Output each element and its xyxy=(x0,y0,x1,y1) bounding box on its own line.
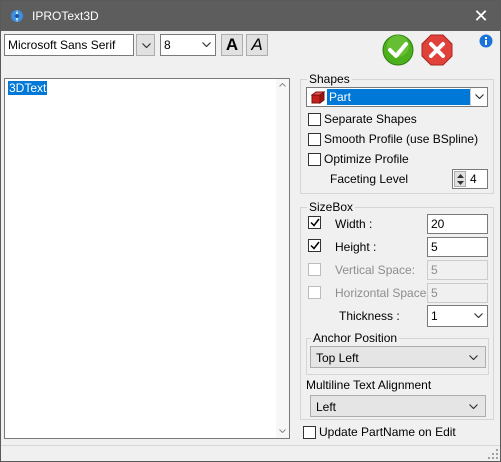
spin-up-icon[interactable] xyxy=(457,174,464,178)
checkmark-icon xyxy=(310,241,320,250)
optimize-profile-label: Optimize Profile xyxy=(324,152,409,166)
font-size-value: 8 xyxy=(164,38,171,52)
iprotext3d-window: IPROText3D ✕ Microsoft Sans Serif 8 A A xyxy=(0,0,501,462)
thickness-value: 1 xyxy=(431,309,438,323)
scroll-down-icon[interactable] xyxy=(279,429,286,433)
update-partname-checkbox[interactable] xyxy=(303,426,316,439)
multiline-alignment-label: Multiline Text Alignment xyxy=(306,378,432,392)
info-icon xyxy=(479,34,493,48)
update-partname-label: Update PartName on Edit xyxy=(319,425,456,439)
selected-text: 3DText xyxy=(8,81,48,95)
status-divider xyxy=(1,445,500,446)
spin-down-icon[interactable] xyxy=(457,181,464,185)
faceting-level-spinner[interactable]: 4 xyxy=(452,169,488,189)
vertical-space-checkbox[interactable] xyxy=(308,263,321,276)
info-button[interactable] xyxy=(479,34,493,48)
chevron-down-icon xyxy=(469,404,478,409)
separate-shapes-label: Separate Shapes xyxy=(324,112,417,126)
chevron-down-icon xyxy=(475,94,484,99)
close-window-button[interactable]: ✕ xyxy=(466,5,496,27)
thickness-combo[interactable]: 1 xyxy=(427,305,488,327)
cross-icon xyxy=(421,34,453,66)
vertical-scrollbar[interactable] xyxy=(276,79,289,438)
shapes-dropdown-button[interactable] xyxy=(470,88,487,106)
title-bar: IPROText3D ✕ xyxy=(1,1,500,31)
scroll-up-icon[interactable] xyxy=(279,83,286,87)
thickness-label: Thickness : xyxy=(339,309,400,323)
height-value: 5 xyxy=(431,240,438,254)
app-icon xyxy=(9,8,25,24)
text-editor[interactable]: 3DText xyxy=(4,78,290,439)
width-checkbox[interactable] xyxy=(308,216,321,229)
shapes-group-label: Shapes xyxy=(307,72,352,86)
chevron-down-icon xyxy=(469,355,478,360)
faceting-level-value: 4 xyxy=(470,172,477,186)
multiline-alignment-combo[interactable]: Left xyxy=(310,395,486,417)
width-label: Width : xyxy=(335,217,373,231)
smooth-profile-checkbox[interactable] xyxy=(308,133,321,146)
vertical-space-value: 5 xyxy=(431,263,438,277)
chevron-down-icon xyxy=(142,43,151,48)
anchor-position-value: Top Left xyxy=(316,351,359,365)
optimize-profile-checkbox[interactable] xyxy=(308,153,321,166)
part-icon xyxy=(311,91,325,104)
faceting-level-spin-buttons[interactable] xyxy=(454,171,466,187)
width-value: 20 xyxy=(431,217,445,231)
height-input[interactable]: 5 xyxy=(427,237,488,257)
cancel-button[interactable] xyxy=(421,34,453,66)
height-checkbox[interactable] xyxy=(308,239,321,252)
sizebox-group-label: SizeBox xyxy=(307,200,356,214)
checkmark-icon xyxy=(310,218,320,227)
anchor-position-label: Anchor Position xyxy=(311,331,400,345)
faceting-level-label: Faceting Level xyxy=(330,172,409,186)
font-size-dropdown-button[interactable] xyxy=(198,35,215,55)
font-name-combo[interactable]: Microsoft Sans Serif xyxy=(4,34,134,56)
horizontal-space-value: 5 xyxy=(431,286,438,300)
shapes-combo[interactable]: Part xyxy=(306,87,488,107)
width-input[interactable]: 20 xyxy=(427,214,488,234)
thickness-dropdown-button[interactable] xyxy=(470,306,487,326)
smooth-profile-label: Smooth Profile (use BSpline) xyxy=(324,132,479,146)
chevron-down-icon xyxy=(202,42,211,47)
italic-button[interactable]: A xyxy=(246,34,268,56)
ok-button[interactable] xyxy=(382,34,414,66)
separate-shapes-checkbox[interactable] xyxy=(308,113,321,126)
height-label: Height : xyxy=(335,240,377,254)
chevron-down-icon xyxy=(474,313,483,318)
font-name-value: Microsoft Sans Serif xyxy=(8,38,116,52)
resize-grip-icon[interactable] xyxy=(488,449,498,459)
checkmark-icon xyxy=(382,34,414,66)
horizontal-space-input[interactable]: 5 xyxy=(427,283,488,303)
anchor-position-combo[interactable]: Top Left xyxy=(310,346,486,368)
font-name-dropdown-button[interactable] xyxy=(136,34,155,56)
window-title: IPROText3D xyxy=(32,9,99,23)
shapes-selected-value: Part xyxy=(327,89,471,105)
bold-button[interactable]: A xyxy=(221,34,243,56)
multiline-alignment-value: Left xyxy=(316,400,337,414)
horizontal-space-checkbox[interactable] xyxy=(308,286,321,299)
horizontal-space-label: Horizontal Space: xyxy=(335,286,430,300)
vertical-space-label: Vertical Space: xyxy=(335,263,416,277)
vertical-space-input[interactable]: 5 xyxy=(427,260,488,280)
font-size-combo[interactable]: 8 xyxy=(160,34,216,56)
